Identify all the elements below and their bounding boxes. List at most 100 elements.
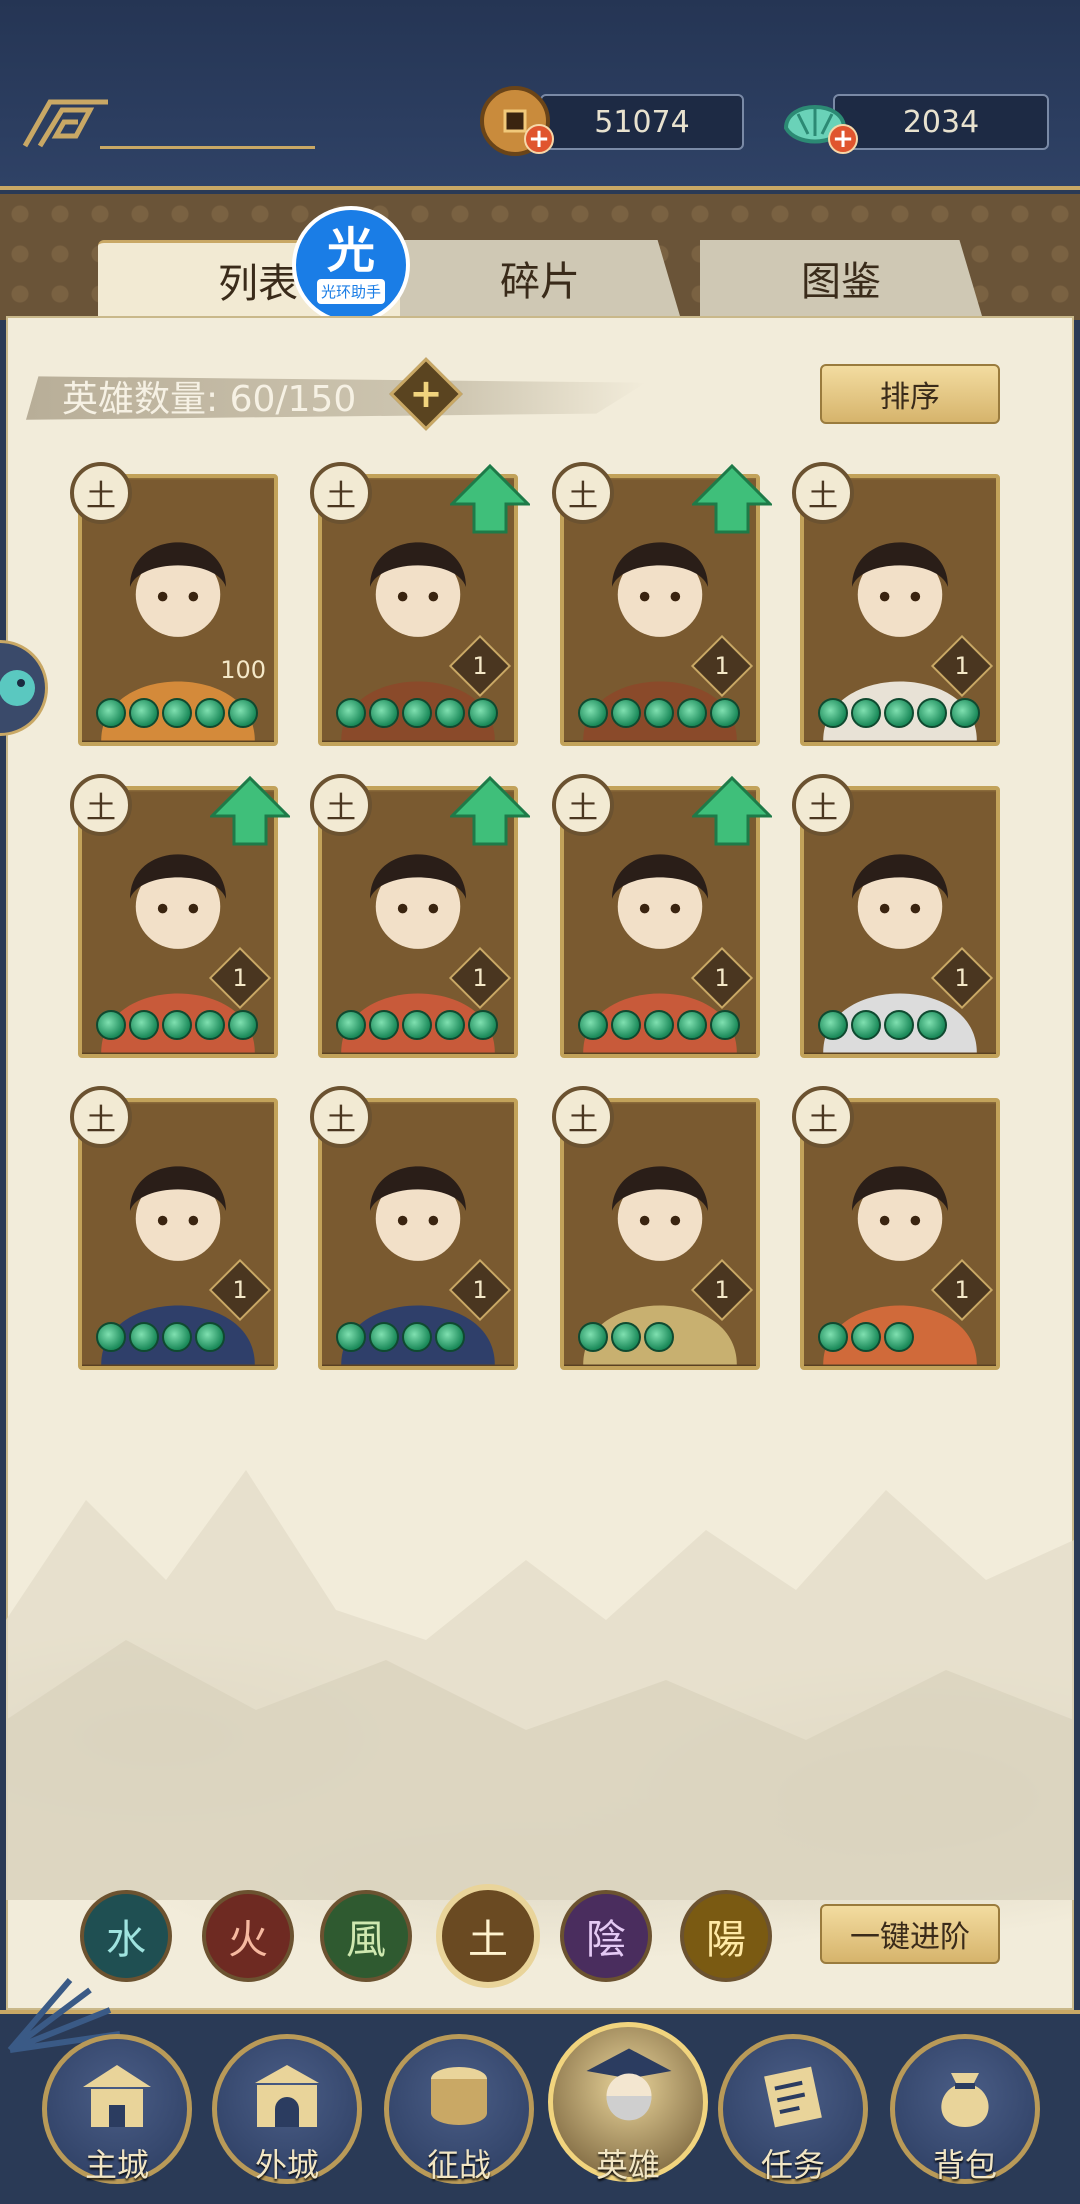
pet-icon [0,670,35,706]
jade-star-icon [644,1322,674,1352]
jade-star-icon [851,1010,881,1040]
star-rating [578,1322,674,1356]
coin-counter: 51074 [540,94,744,150]
jade-star-icon [162,1322,192,1352]
jade-star-icon [96,698,126,728]
gem-amount: 2034 [902,104,980,140]
hero-level: 1 [714,964,730,992]
jade-star-icon [468,698,498,728]
sort-button[interactable]: 排序 [820,364,1000,424]
nav-heroes-label: 英雄 [595,2146,660,2184]
filter-water[interactable]: 水 [80,1890,172,1982]
jade-star-icon [228,698,258,728]
jade-star-icon [611,1010,641,1040]
star-rating [336,698,498,732]
jade-star-icon [611,698,641,728]
jade-star-icon [884,1322,914,1352]
jade-star-icon [818,1010,848,1040]
earth-element-icon: 土 [552,1086,614,1148]
jade-star-icon [129,1322,159,1352]
jade-star-icon [578,1010,608,1040]
earth-element-icon: 土 [552,462,614,524]
jade-star-icon [884,698,914,728]
jade-star-icon [677,698,707,728]
add-coin-button[interactable]: + [524,124,554,154]
add-gem-button[interactable]: + [828,124,858,154]
star-rating [96,1010,258,1044]
earth-element-icon: 土 [792,1086,854,1148]
earth-element-icon: 土 [552,774,614,836]
star-rating [578,1010,740,1044]
jade-star-icon [129,1010,159,1040]
jade-star-icon [851,1322,881,1352]
filter-earth[interactable]: 土 [436,1884,540,1988]
jade-star-icon [336,1010,366,1040]
star-rating [96,698,258,732]
tab-atlas[interactable]: 图鉴 [700,240,982,316]
jade-star-icon [644,698,674,728]
tab-fragments[interactable]: 碎片 [400,240,680,316]
star-rating [578,698,740,732]
hero-level: 1 [714,1276,730,1304]
jade-star-icon [917,1010,947,1040]
mountain-backdrop [6,1470,1074,1900]
jade-star-icon [96,1322,126,1352]
jade-star-icon [468,1010,498,1040]
side-pet-button[interactable] [0,640,48,736]
filter-yin[interactable]: 陰 [560,1890,652,1982]
jade-star-icon [369,698,399,728]
jade-star-icon [336,698,366,728]
jade-star-icon [162,1010,192,1040]
jade-star-icon [950,698,980,728]
jade-star-icon [578,698,608,728]
hero-level: 1 [954,652,970,680]
upgrade-arrow-icon [690,463,774,534]
jade-star-icon [435,1010,465,1040]
hero-level: 1 [472,652,488,680]
filter-wind[interactable]: 風 [320,1890,412,1982]
jade-star-icon [851,698,881,728]
hero-level: 1 [472,964,488,992]
hero-level: 100 [220,656,266,684]
hero-level: 1 [232,964,248,992]
hero-count: 英雄数量: 60/150 [62,379,357,420]
helper-app-badge[interactable]: 光 光环助手 [292,206,410,324]
ornament-icon [22,99,108,148]
coin-amount: 51074 [594,104,690,140]
jade-star-icon [336,1322,366,1352]
jade-star-icon [435,698,465,728]
upgrade-arrow-icon [690,775,774,846]
hero-level: 1 [232,1276,248,1304]
jade-star-icon [611,1322,641,1352]
jade-star-icon [644,1010,674,1040]
star-rating [818,1010,947,1044]
nav-main-city-label: 主城 [84,2146,149,2184]
nav-outer-city-label: 外城 [254,2146,319,2184]
jade-star-icon [96,1010,126,1040]
nav-bag-label: 背包 [932,2146,997,2184]
jade-star-icon [195,1322,225,1352]
hero-level: 1 [954,1276,970,1304]
earth-element-icon: 土 [70,774,132,836]
hero-portrait-icon [586,2048,672,2121]
earth-element-icon: 土 [310,774,372,836]
star-rating [818,1322,914,1356]
star-rating [336,1010,498,1044]
jade-star-icon [435,1322,465,1352]
star-rating [818,698,980,732]
jade-star-icon [402,1010,432,1040]
jade-star-icon [677,1010,707,1040]
pouch-icon [941,2073,989,2127]
jade-star-icon [402,1322,432,1352]
jade-star-icon [162,698,192,728]
upgrade-arrow-icon [448,463,532,534]
jade-star-icon [710,698,740,728]
advance-all-button[interactable]: 一键进阶 [820,1904,1000,1964]
filter-fire[interactable]: 火 [202,1890,294,1982]
jade-star-icon [818,1322,848,1352]
upgrade-arrow-icon [448,775,532,846]
jade-star-icon [884,1010,914,1040]
jade-star-icon [369,1322,399,1352]
jade-star-icon [402,698,432,728]
filter-yang[interactable]: 陽 [680,1890,772,1982]
